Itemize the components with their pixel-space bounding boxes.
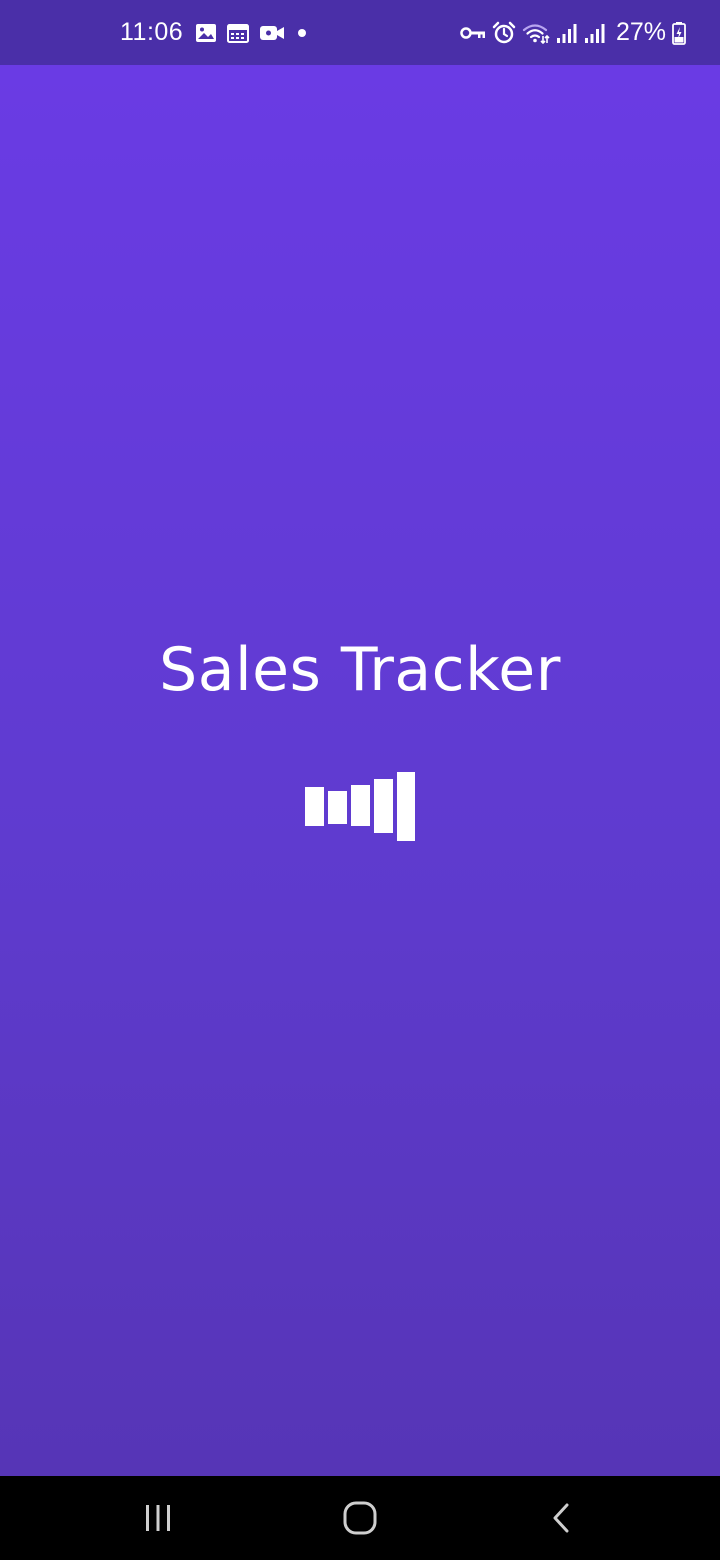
status-left: 11:06	[120, 0, 309, 65]
logo-bar-1	[305, 787, 324, 826]
logo-bar-4	[374, 779, 393, 833]
back-button[interactable]	[521, 1476, 601, 1560]
screen: 11:06 27% Sales Tracker	[0, 0, 720, 1560]
app-title: Sales Tracker	[159, 635, 561, 705]
status-bar: 11:06 27%	[0, 0, 720, 65]
recent-apps-icon	[143, 1503, 173, 1533]
status-right: 27%	[460, 0, 686, 65]
alarm-icon	[492, 21, 516, 45]
signal-icon	[556, 22, 578, 44]
calendar-icon	[227, 23, 250, 43]
dot-icon	[295, 26, 309, 40]
gallery-icon	[195, 23, 217, 43]
recent-apps-button[interactable]	[118, 1476, 198, 1560]
logo-bar-5	[397, 772, 415, 841]
splash-screen: Sales Tracker	[0, 65, 720, 1476]
wifi-icon	[522, 22, 550, 44]
bar-chart-icon	[305, 772, 417, 849]
vpn-key-icon	[460, 25, 486, 41]
battery-charging-icon	[672, 21, 686, 45]
signal-icon	[584, 22, 606, 44]
video-icon	[259, 24, 285, 42]
status-time: 11:06	[120, 18, 184, 46]
battery-percentage: 27%	[615, 18, 666, 46]
home-icon	[342, 1500, 378, 1536]
back-icon	[549, 1502, 573, 1534]
navigation-bar	[0, 1476, 720, 1560]
home-button[interactable]	[320, 1476, 400, 1560]
logo-bar-2	[328, 791, 347, 824]
logo-bar-3	[351, 785, 370, 826]
